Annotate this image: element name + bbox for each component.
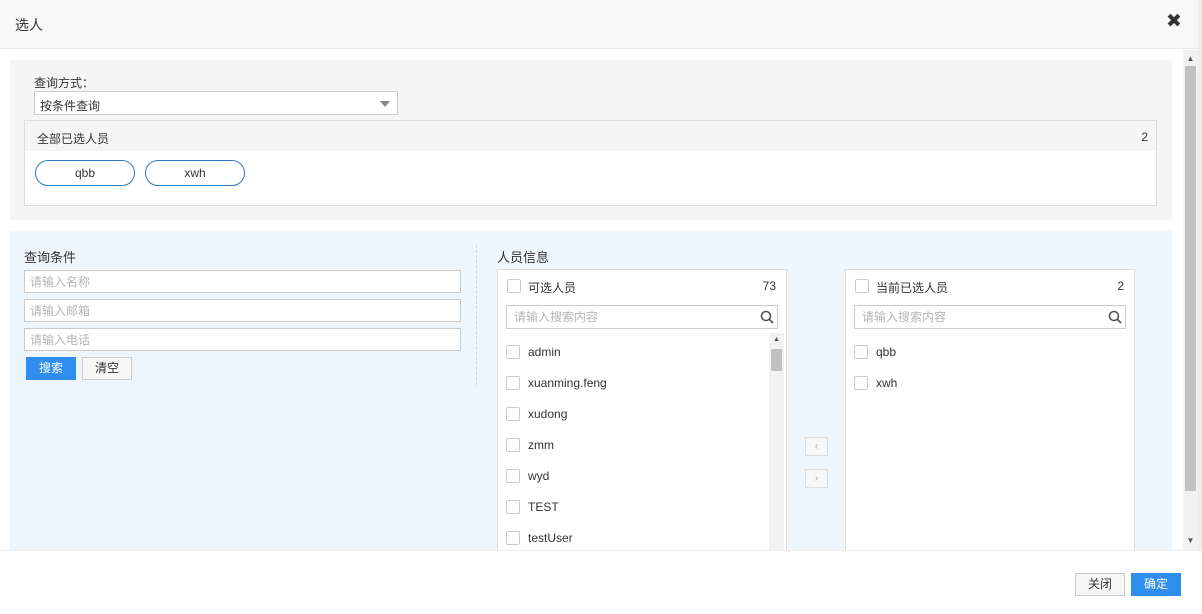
available-list-scrollbar[interactable]: ▲ xyxy=(769,333,784,550)
dialog-scrollbar[interactable]: ▲ ▼ xyxy=(1183,50,1198,550)
query-mode-section: 查询方式： 按条件查询 全部已选人员 2 qbb xwh xyxy=(10,60,1172,220)
scroll-down-icon[interactable]: ▼ xyxy=(1183,534,1198,548)
scroll-up-icon[interactable]: ▲ xyxy=(769,335,784,345)
list-item[interactable]: xwh xyxy=(846,373,1106,393)
scroll-up-icon[interactable]: ▲ xyxy=(1183,52,1198,66)
move-right-button[interactable]: › xyxy=(805,469,828,488)
person-name: xuanming.feng xyxy=(528,376,607,390)
available-search-input[interactable] xyxy=(506,305,778,329)
query-mode-label: 查询方式： xyxy=(34,76,95,90)
current-title: 当前已选人员 xyxy=(876,281,949,295)
item-checkbox[interactable] xyxy=(506,469,520,483)
phone-input[interactable] xyxy=(24,328,461,351)
available-count: 73 xyxy=(762,279,776,293)
list-item[interactable]: wyd xyxy=(498,466,758,486)
all-selected-box: 全部已选人员 2 qbb xwh xyxy=(24,120,1157,206)
close-icon[interactable]: ✖ xyxy=(1166,12,1182,32)
item-checkbox[interactable] xyxy=(506,345,520,359)
item-checkbox[interactable] xyxy=(506,376,520,390)
dialog-body: 查询方式： 按条件查询 全部已选人员 2 qbb xwh 查询条件 搜索 清空 xyxy=(0,50,1183,550)
item-checkbox[interactable] xyxy=(506,531,520,545)
item-checkbox[interactable] xyxy=(506,407,520,421)
list-item[interactable]: zmm xyxy=(498,435,758,455)
item-checkbox[interactable] xyxy=(854,376,868,390)
item-checkbox[interactable] xyxy=(506,500,520,514)
section-divider xyxy=(476,245,477,385)
person-name: zmm xyxy=(528,438,554,452)
item-checkbox[interactable] xyxy=(854,345,868,359)
current-panel-header: 当前已选人员 2 xyxy=(846,270,1134,301)
all-selected-count: 2 xyxy=(1141,130,1148,144)
email-input[interactable] xyxy=(24,299,461,322)
person-name: admin xyxy=(528,345,561,359)
list-item[interactable]: qbb xyxy=(846,342,1106,362)
available-panel-header: 可选人员 73 xyxy=(498,270,786,301)
list-item[interactable]: admin xyxy=(498,342,758,362)
person-name: xudong xyxy=(528,407,568,421)
clear-button[interactable]: 清空 xyxy=(82,357,132,380)
all-selected-title: 全部已选人员 xyxy=(37,132,110,146)
search-icon[interactable] xyxy=(760,310,774,324)
select-all-available-checkbox[interactable] xyxy=(507,279,521,293)
scroll-thumb[interactable] xyxy=(771,349,782,371)
dialog-footer: 关闭 确定 xyxy=(0,550,1202,614)
list-item[interactable]: testUser xyxy=(498,528,758,548)
person-name: xwh xyxy=(876,376,898,390)
list-item[interactable]: xudong xyxy=(498,404,758,424)
dialog-title: 选人 xyxy=(15,17,43,33)
select-person-dialog: 选人 ✖ 查询方式： 按条件查询 全部已选人员 2 qbb xwh 查询条件 请… xyxy=(0,0,1202,614)
current-selected-panel: 当前已选人员 2 qbb xwh xyxy=(845,269,1135,550)
conditions-title: 查询条件 xyxy=(24,250,77,265)
selected-person-pill[interactable]: qbb xyxy=(35,160,135,186)
select-all-current-checkbox[interactable] xyxy=(855,279,869,293)
current-search-input[interactable] xyxy=(854,305,1126,329)
all-selected-header: 全部已选人员 2 xyxy=(25,121,1156,151)
current-count: 2 xyxy=(1117,279,1124,293)
close-button[interactable]: 关闭 xyxy=(1075,573,1125,596)
people-info-title: 人员信息 xyxy=(497,250,550,265)
list-item[interactable]: TEST xyxy=(498,497,758,517)
available-people-panel: 可选人员 73 admin xuanming.feng xyxy=(497,269,787,550)
chevron-down-icon xyxy=(380,101,390,107)
person-name: qbb xyxy=(876,345,897,359)
name-input[interactable] xyxy=(24,270,461,293)
list-item[interactable]: xuanming.feng xyxy=(498,373,758,393)
selected-person-pill[interactable]: xwh xyxy=(145,160,245,186)
available-title: 可选人员 xyxy=(528,281,577,295)
person-name: testUser xyxy=(528,531,573,545)
item-checkbox[interactable] xyxy=(506,438,520,452)
window-edge xyxy=(1198,0,1202,614)
query-mode-select[interactable]: 按条件查询 xyxy=(34,91,398,115)
dialog-header: 选人 ✖ xyxy=(0,0,1202,49)
person-name: wyd xyxy=(528,469,550,483)
scroll-thumb[interactable] xyxy=(1185,66,1196,491)
search-section: 查询条件 搜索 清空 人员信息 可选人员 73 xyxy=(10,231,1172,550)
confirm-button[interactable]: 确定 xyxy=(1131,573,1181,596)
person-name: TEST xyxy=(528,500,559,514)
query-mode-value: 按条件查询 xyxy=(40,99,101,113)
search-button[interactable]: 搜索 xyxy=(26,357,76,380)
search-icon[interactable] xyxy=(1108,310,1122,324)
move-left-button[interactable]: ‹ xyxy=(805,437,828,456)
